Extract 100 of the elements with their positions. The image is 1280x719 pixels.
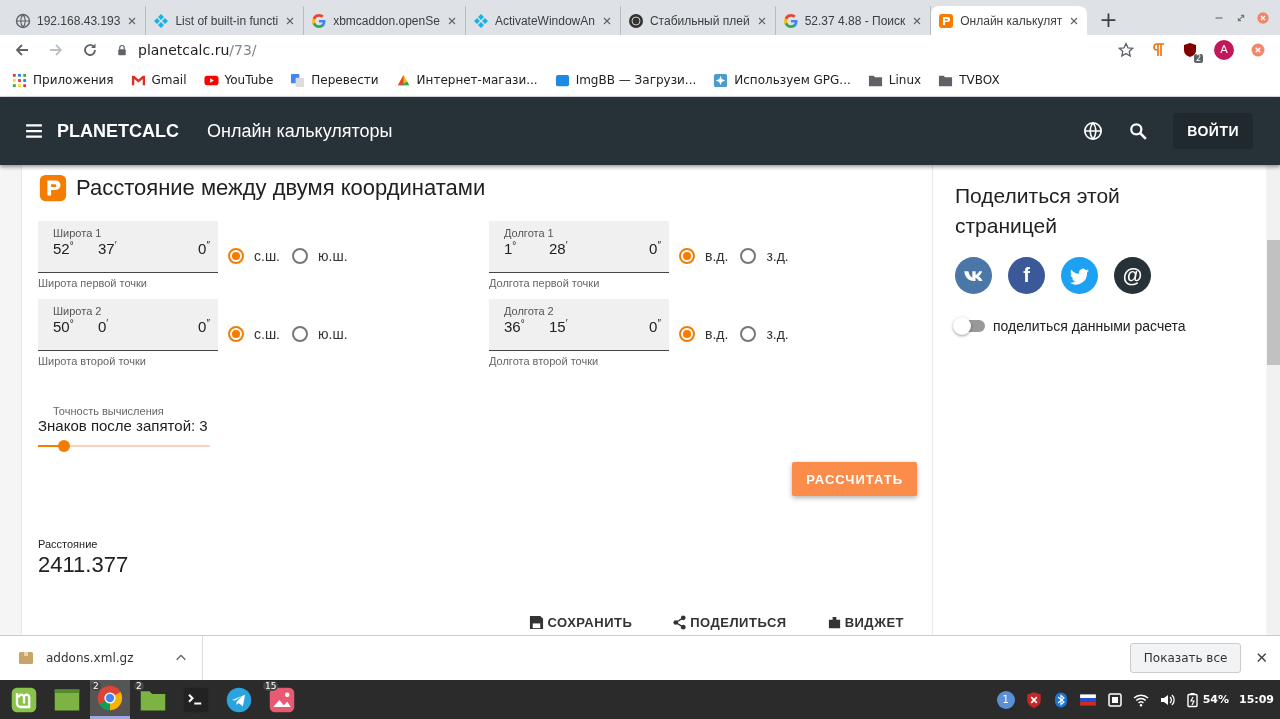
bookmark[interactable]: Перевести [290,72,379,88]
p-logo-icon [38,173,68,203]
email-share-button[interactable]: @ [1114,257,1151,294]
battery-level: 54% [1202,693,1229,706]
scrollbar[interactable] [1267,165,1280,635]
url-path[interactable]: /73/ [229,41,257,58]
star-badge-icon [713,72,729,88]
field-hint: Широта второй точки [38,355,147,367]
apps-grid-icon [12,72,27,88]
translate-icon [290,72,306,88]
slider-value: Знаков после запятой: 3 [38,417,209,434]
chrome-icon [96,684,124,712]
diamond-cluster-icon [153,12,170,29]
pilcrow-icon[interactable] [1150,41,1166,58]
disc-icon [627,12,644,29]
globe-icon [15,12,31,29]
language-icon[interactable] [1083,121,1104,141]
new-tab-button[interactable]: + [1099,9,1118,31]
coordinate-field[interactable]: Долгота 1 1° 28′ 0″ [489,221,669,273]
radio-button[interactable] [228,326,244,342]
triangle-icon [395,72,411,88]
coordinate-field[interactable]: Широта 2 50° 0′ 0″ [38,299,218,351]
bookmark[interactable]: YouTube [203,72,274,88]
site-title[interactable]: Онлайн калькуляторы [207,120,393,142]
radio-option[interactable]: ю.ш. [292,326,348,342]
clock[interactable]: 15:09 [1239,693,1274,706]
shield-icon[interactable] [1182,41,1198,58]
radio-button[interactable] [679,248,695,264]
widget-icon [826,615,842,630]
radio-button[interactable] [740,248,757,264]
toggle-switch[interactable] [955,320,985,332]
login-button[interactable]: ВОЙТИ [1173,113,1253,149]
bookmark[interactable]: TVBOX [938,72,1000,88]
twitter-share-button[interactable] [1061,257,1098,294]
bookmark[interactable]: Приложения [12,72,114,88]
radio-option[interactable]: с.ш. [228,248,280,264]
clipboard-icon[interactable] [1106,691,1123,708]
menu-icon[interactable] [25,122,43,140]
action-button[interactable]: ВИДЖЕТ [820,614,910,631]
lock-icon [116,43,128,56]
bookmark[interactable]: Linux [867,72,922,88]
toggle-label: поделиться данными расчета [993,318,1186,334]
slider-label: Точность вычисления [53,405,165,417]
coordinate-field[interactable]: Широта 1 52° 37′ 0″ [38,221,218,273]
profile-avatar[interactable]: A [1214,39,1234,60]
bookmark-star-icon[interactable] [1118,41,1134,58]
radio-option[interactable]: з.д. [740,248,789,264]
taskbar-app[interactable]: 2 [90,680,130,719]
share-title: Поделиться этой страницей [955,183,1121,239]
facebook-share-button[interactable]: f [1008,257,1045,294]
bluetooth-icon[interactable] [1052,691,1069,708]
radio-button[interactable] [292,326,308,342]
close-icon[interactable] [1256,10,1270,25]
action-button[interactable]: СОХРАНИТЬ [523,614,639,631]
field-hint: Широта первой точки [38,277,149,289]
close-button[interactable]: ✕ [1255,649,1268,667]
diamond-cluster-icon [472,12,489,29]
extension-icon[interactable] [1250,41,1266,58]
radio-option[interactable]: з.д. [740,326,789,342]
back-icon[interactable] [14,41,30,58]
radio-option[interactable]: в.д. [679,248,729,264]
url-host[interactable]: planetcalc.ru [138,41,230,58]
radio-button[interactable] [292,248,308,264]
bookmark[interactable]: Gmail [130,72,187,88]
site-logo[interactable]: PLANETCALC [57,120,179,142]
field-hint: Долгота первой точки [489,277,601,289]
paper-plane-icon [225,685,253,714]
window-count-badge: 15 [263,681,279,691]
p-logo-icon [938,12,955,29]
vk-share-button[interactable] [955,257,992,294]
mint-logo-icon [10,685,38,714]
radio-option[interactable]: в.д. [679,326,729,342]
google-g-icon [311,12,328,29]
taskbar-app[interactable]: 2 [133,680,173,719]
coordinate-field[interactable]: Долгота 2 36° 15′ 0″ [489,299,669,351]
radio-button[interactable] [679,326,695,342]
radio-option[interactable]: ю.ш. [292,248,348,264]
radio-option[interactable]: с.ш. [228,326,280,342]
search-icon[interactable] [1129,122,1148,140]
bookmark[interactable]: Интернет-магази... [395,72,538,88]
archive-icon [18,650,34,666]
bookmark[interactable]: Используем GPG... [713,72,851,88]
radio-button[interactable] [740,326,757,342]
battery-icon[interactable] [1184,691,1201,708]
reload-icon[interactable] [82,41,98,58]
radio-button[interactable] [228,248,244,264]
window-count-badge: 2 [134,681,144,691]
taskbar-app[interactable]: 15 [262,680,302,719]
show-all-button[interactable]: Показать все [1129,643,1242,673]
browser-tab[interactable]: Онлайн калькулят [931,6,1088,35]
calculator-title: Расстояние между двумя координатами [76,175,486,201]
terminal-icon [182,685,210,714]
result-value: 2411.377 [38,552,130,578]
save-icon [529,615,545,630]
bookmark[interactable]: ImgBB — Загрузи... [554,72,697,88]
slider-thumb[interactable] [57,440,70,452]
action-button[interactable]: ПОДЕЛИТЬСЯ [666,614,793,631]
wifi-icon[interactable] [1132,691,1149,708]
shield-icon[interactable] [1024,690,1043,709]
result-label: Расстояние [38,538,99,550]
